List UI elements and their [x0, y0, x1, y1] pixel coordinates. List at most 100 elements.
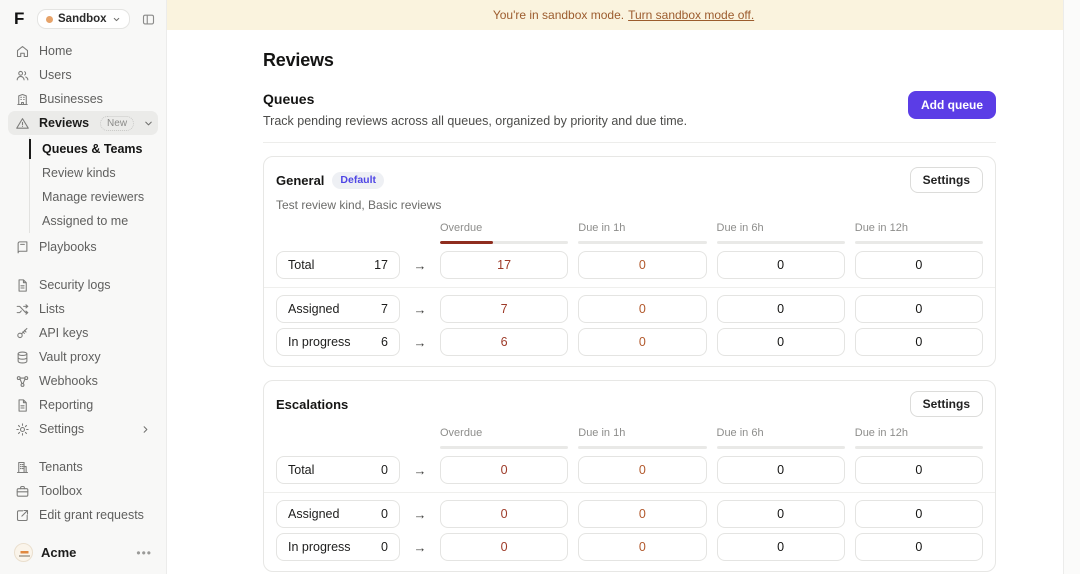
reporting-icon [15, 398, 30, 413]
sidebar-item-playbooks[interactable]: Playbooks [8, 235, 158, 259]
sidebar-item-toolbox[interactable]: Toolbox [8, 479, 158, 503]
cell-total-due-in-6h[interactable]: 0 [717, 456, 845, 484]
settings-button[interactable]: Settings [910, 391, 983, 417]
sidebar-item-edit-grant-requests[interactable]: Edit grant requests [8, 503, 158, 527]
row-count: 0 [381, 463, 388, 477]
cell-total-overdue[interactable]: 0 [440, 456, 568, 484]
column-label: Due in 12h [855, 222, 983, 234]
cell-assigned-due-in-6h[interactable]: 0 [717, 500, 845, 528]
column-label: Due in 1h [578, 222, 706, 234]
card-title: Escalations [276, 397, 348, 412]
cell-assigned-overdue[interactable]: 7 [440, 295, 568, 323]
edit-grant-icon [15, 508, 30, 523]
add-queue-button[interactable]: Add queue [908, 91, 996, 119]
cell-assigned-due-in-1h[interactable]: 0 [578, 500, 706, 528]
sidebar-item-label: Vault proxy [39, 350, 101, 364]
sidebar-item-businesses[interactable]: Businesses [8, 87, 158, 111]
vault-proxy-icon [15, 350, 30, 365]
queue-grid: OverdueDue in 1hDue in 6hDue in 12hTotal… [276, 222, 983, 356]
sidebar-item-tenants[interactable]: Tenants [8, 455, 158, 479]
org-more-button[interactable]: ••• [136, 546, 152, 560]
sidebar-item-users[interactable]: Users [8, 63, 158, 87]
org-name: Acme [41, 545, 76, 560]
row-count: 17 [374, 258, 388, 272]
queue-grid: OverdueDue in 1hDue in 6hDue in 12hTotal… [276, 427, 983, 561]
sandbox-dot-icon [46, 16, 53, 23]
sidebar-item-label: Home [39, 44, 72, 58]
arrow-right-icon: → [410, 302, 430, 317]
cell-total-due-in-12h[interactable]: 0 [855, 251, 983, 279]
cell-assigned-overdue[interactable]: 0 [440, 500, 568, 528]
column-header-due-in-1h: Due in 1h [578, 222, 706, 246]
sidebar-collapse-button[interactable] [141, 12, 156, 27]
column-header-due-in-6h: Due in 6h [717, 427, 845, 451]
column-label: Overdue [440, 222, 568, 234]
column-header-due-in-1h: Due in 1h [578, 427, 706, 451]
sidebar-item-lists[interactable]: Lists [8, 297, 158, 321]
nav-group: Tenants Toolbox Edit grant requests [8, 455, 158, 527]
cell-assigned-due-in-6h[interactable]: 0 [717, 295, 845, 323]
cell-in-progress-due-in-12h[interactable]: 0 [855, 533, 983, 561]
cell-total-due-in-12h[interactable]: 0 [855, 456, 983, 484]
cell-assigned-due-in-12h[interactable]: 0 [855, 500, 983, 528]
cell-in-progress-overdue[interactable]: 6 [440, 328, 568, 356]
cell-assigned-due-in-1h[interactable]: 0 [578, 295, 706, 323]
queue-cards: GeneralDefaultSettingsTest review kind, … [263, 156, 996, 574]
cell-in-progress-due-in-6h[interactable]: 0 [717, 533, 845, 561]
sidebar-item-queues-teams[interactable]: Queues & Teams [30, 137, 158, 161]
queues-section-header: Queues Track pending reviews across all … [263, 91, 996, 128]
row-count: 6 [381, 335, 388, 349]
sidebar-item-label: Reviews [39, 116, 89, 130]
sidebar-item-manage-reviewers[interactable]: Manage reviewers [30, 185, 158, 209]
cell-total-due-in-1h[interactable]: 0 [578, 251, 706, 279]
cell-in-progress-due-in-1h[interactable]: 0 [578, 533, 706, 561]
row-label-total[interactable]: Total0 [276, 456, 400, 484]
cell-total-due-in-1h[interactable]: 0 [578, 456, 706, 484]
sidebar-item-label: API keys [39, 326, 88, 340]
sidebar-item-label: Tenants [39, 460, 83, 474]
column-header-due-in-12h: Due in 12h [855, 222, 983, 246]
arrow-right-icon: → [410, 507, 430, 522]
row-label-assigned[interactable]: Assigned7 [276, 295, 400, 323]
sidebar-item-security-logs[interactable]: Security logs [8, 273, 158, 297]
row-label-total[interactable]: Total17 [276, 251, 400, 279]
cell-in-progress-due-in-6h[interactable]: 0 [717, 328, 845, 356]
turn-sandbox-off-link[interactable]: Turn sandbox mode off. [628, 8, 754, 22]
overdue-progress-fill [440, 241, 493, 244]
sidebar-item-api-keys[interactable]: API keys [8, 321, 158, 345]
sidebar-header: F Sandbox [0, 0, 166, 35]
security-logs-icon [15, 278, 30, 293]
org-switcher[interactable]: Acme ••• [0, 533, 166, 574]
column-header-overdue: Overdue [440, 222, 568, 246]
sidebar-item-webhooks[interactable]: Webhooks [8, 369, 158, 393]
cell-in-progress-overdue[interactable]: 0 [440, 533, 568, 561]
sidebar-item-reporting[interactable]: Reporting [8, 393, 158, 417]
sidebar-item-vault-proxy[interactable]: Vault proxy [8, 345, 158, 369]
section-divider [263, 142, 996, 143]
settings-button[interactable]: Settings [910, 167, 983, 193]
environment-switcher[interactable]: Sandbox [37, 9, 130, 29]
cell-total-due-in-6h[interactable]: 0 [717, 251, 845, 279]
lists-icon [15, 302, 30, 317]
row-label-in-progress[interactable]: In progress0 [276, 533, 400, 561]
row-label-in-progress[interactable]: In progress6 [276, 328, 400, 356]
cell-in-progress-due-in-12h[interactable]: 0 [855, 328, 983, 356]
row-count: 0 [381, 540, 388, 554]
cell-total-overdue[interactable]: 17 [440, 251, 568, 279]
arrow-right-icon: → [410, 540, 430, 555]
cell-assigned-due-in-12h[interactable]: 0 [855, 295, 983, 323]
toolbox-icon [15, 484, 30, 499]
scrollbar[interactable] [1063, 0, 1080, 574]
chevron-down-icon [143, 118, 154, 129]
sidebar-item-label: Toolbox [39, 484, 82, 498]
column-progress-track [855, 241, 983, 244]
row-label-assigned[interactable]: Assigned0 [276, 500, 400, 528]
sidebar-item-settings[interactable]: Settings [8, 417, 158, 441]
sidebar-item-label: Edit grant requests [39, 508, 144, 522]
sidebar-item-reviews[interactable]: ReviewsNew [8, 111, 158, 135]
sidebar-item-review-kinds[interactable]: Review kinds [30, 161, 158, 185]
sidebar-item-assigned-to-me[interactable]: Assigned to me [30, 209, 158, 233]
cell-in-progress-due-in-1h[interactable]: 0 [578, 328, 706, 356]
queue-card-escalations: EscalationsSettingsOverdueDue in 1hDue i… [263, 380, 996, 572]
sidebar-item-home[interactable]: Home [8, 39, 158, 63]
